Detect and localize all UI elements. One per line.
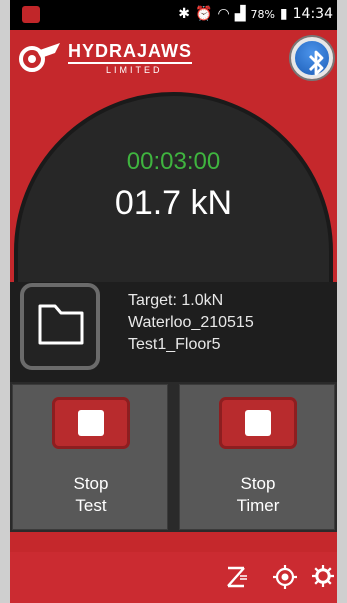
settings-button[interactable] <box>311 564 335 590</box>
project-name: Waterloo_210515 <box>128 314 254 331</box>
zero-icon <box>227 566 247 588</box>
stop-icon <box>219 397 297 449</box>
phone-frame: ✱ ⏰ ◠ ▟ 78% ▮ 14:34 HYDRAJAWS LIMITED 00… <box>10 0 337 603</box>
brand-logo: HYDRAJAWS LIMITED <box>18 38 208 80</box>
stop-test-label: Stop Test <box>13 473 169 517</box>
app-header: HYDRAJAWS LIMITED <box>10 30 337 88</box>
test-info-panel: Target: 1.0kN Waterloo_210515 Test1_Floo… <box>10 282 337 382</box>
force-readout: 01.7 kN <box>114 184 233 222</box>
clock: 14:34 <box>292 6 333 22</box>
signal-icon: ▟ <box>234 6 246 22</box>
stop-timer-line-1: Stop <box>240 474 276 493</box>
battery-icon: ▮ <box>279 6 288 22</box>
bottom-toolbar <box>10 552 337 603</box>
alarm-icon: ⏰ <box>195 6 213 22</box>
status-bar: ✱ ⏰ ◠ ▟ 78% ▮ 14:34 <box>10 0 337 30</box>
timer-readout: 00:03:00 <box>126 148 221 175</box>
brand-subtitle: LIMITED <box>106 65 163 75</box>
bluetooth-icon <box>309 50 324 76</box>
target-value: Target: 1.0kN <box>128 292 224 309</box>
stop-timer-button[interactable]: Stop Timer <box>179 384 335 530</box>
stop-icon <box>52 397 130 449</box>
stop-test-button[interactable]: Stop Test <box>12 384 168 530</box>
brand-name: HYDRAJAWS <box>68 41 193 64</box>
test-details: Target: 1.0kN Waterloo_210515 Test1_Floo… <box>128 290 254 356</box>
stop-test-line-1: Stop <box>73 474 109 493</box>
bluetooth-button[interactable] <box>291 37 333 79</box>
bluetooth-status-icon: ✱ <box>178 6 191 22</box>
folder-button[interactable] <box>20 283 100 370</box>
battery-percent: 78% <box>250 7 275 21</box>
hydrajaws-logo-icon <box>19 43 60 72</box>
folder-icon <box>38 304 84 345</box>
stop-timer-label: Stop Timer <box>180 473 336 517</box>
locate-icon <box>273 565 297 589</box>
stop-timer-line-2: Timer <box>236 496 280 515</box>
status-icons: ✱ ⏰ ◠ ▟ 78% ▮ 14:34 <box>178 6 333 22</box>
notification-icon <box>22 6 40 23</box>
test-name: Test1_Floor5 <box>128 336 221 353</box>
zero-button[interactable] <box>223 564 249 590</box>
spacer-band <box>10 532 337 552</box>
wifi-icon: ◠ <box>217 6 230 22</box>
app-screen: ✱ ⏰ ◠ ▟ 78% ▮ 14:34 HYDRAJAWS LIMITED 00… <box>0 0 347 603</box>
settings-icon <box>312 565 334 587</box>
action-buttons: Stop Test Stop Timer <box>10 382 337 532</box>
locate-button[interactable] <box>272 564 298 590</box>
stop-test-line-2: Test <box>75 496 107 515</box>
